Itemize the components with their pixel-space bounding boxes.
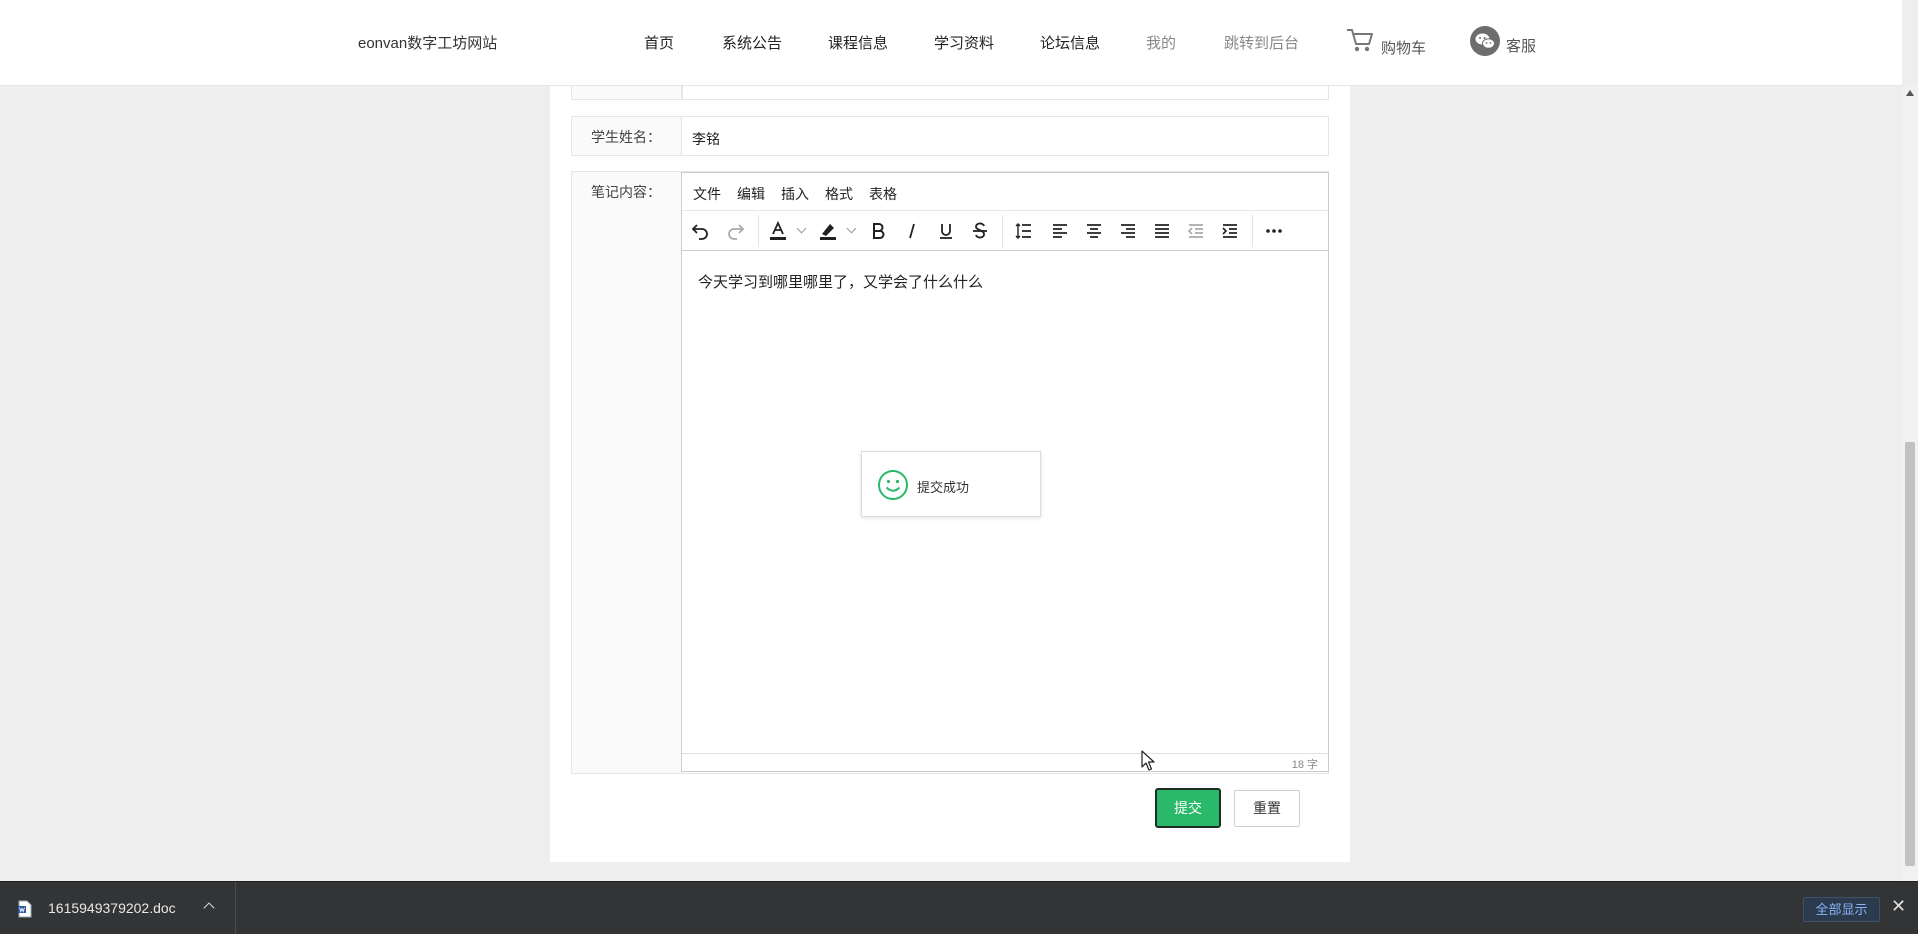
- undo-icon[interactable]: [688, 219, 712, 243]
- align-center-icon[interactable]: [1082, 219, 1106, 243]
- strikethrough-icon[interactable]: [968, 219, 992, 243]
- submit-button[interactable]: 提交: [1155, 788, 1221, 828]
- show-all-downloads-button[interactable]: 全部显示: [1803, 897, 1880, 922]
- success-toast: 提交成功: [861, 451, 1041, 517]
- smiley-icon: [877, 469, 909, 506]
- editor-statusbar: 18 字: [682, 753, 1328, 771]
- toolbar-separator: [758, 215, 759, 247]
- student-name-label-cell: 学生姓名：: [572, 117, 682, 155]
- text-color-icon[interactable]: [766, 219, 790, 243]
- indent-icon[interactable]: [1218, 219, 1242, 243]
- redo-icon[interactable]: [724, 219, 748, 243]
- download-bar: 1615949379202.doc 全部显示 ✕: [0, 881, 1918, 934]
- nav-item-home[interactable]: 首页: [644, 32, 674, 53]
- nav-item-mine[interactable]: 我的: [1146, 32, 1176, 53]
- chevron-up-icon[interactable]: [203, 902, 215, 914]
- service-link[interactable]: 客服: [1470, 26, 1536, 56]
- underline-icon[interactable]: [934, 219, 958, 243]
- italic-icon[interactable]: [900, 219, 924, 243]
- align-justify-icon[interactable]: [1150, 219, 1174, 243]
- menu-edit[interactable]: 编辑: [737, 184, 765, 204]
- toolbar-separator: [1002, 215, 1003, 247]
- editor-toolbar: [682, 211, 1328, 251]
- nav-item-forum[interactable]: 论坛信息: [1040, 32, 1100, 53]
- wechat-icon: [1470, 26, 1500, 56]
- text-color-dropdown-icon[interactable]: [796, 223, 807, 234]
- scroll-thumb[interactable]: [1905, 442, 1915, 866]
- cart-link[interactable]: 购物车: [1345, 26, 1426, 58]
- student-name-input[interactable]: 李铭: [682, 117, 1328, 155]
- nav-item-materials[interactable]: 学习资料: [934, 32, 994, 53]
- download-item[interactable]: 1615949379202.doc: [0, 882, 236, 934]
- page-scrollbar[interactable]: [1902, 86, 1918, 881]
- highlight-color-icon[interactable]: [816, 219, 840, 243]
- bold-icon[interactable]: [866, 219, 890, 243]
- nav-item-courses[interactable]: 课程信息: [828, 32, 888, 53]
- previous-row-input[interactable]: [682, 86, 1328, 99]
- note-label-cell: 笔记内容：: [572, 172, 682, 773]
- menu-table[interactable]: 表格: [869, 184, 897, 204]
- student-name-row: 学生姓名： 李铭: [571, 116, 1329, 156]
- close-icon[interactable]: ✕: [1891, 896, 1906, 917]
- toolbar-separator: [1252, 215, 1253, 247]
- word-count: 18 字: [1291, 759, 1318, 771]
- note-label: 笔记内容：: [591, 184, 661, 200]
- service-label: 客服: [1506, 38, 1537, 55]
- align-right-icon[interactable]: [1116, 219, 1140, 243]
- mouse-pointer-icon: [1141, 750, 1155, 777]
- previous-form-row: [571, 86, 1329, 100]
- scroll-up-arrow-icon[interactable]: [1906, 90, 1914, 96]
- toast-message: 提交成功: [917, 480, 970, 495]
- menu-insert[interactable]: 插入: [781, 184, 809, 204]
- reset-button[interactable]: 重置: [1234, 790, 1300, 827]
- top-nav: eonvan数字工坊网站 首页 系统公告 课程信息 学习资料 论坛信息 我的 跳…: [0, 0, 1902, 86]
- nav-item-announcements[interactable]: 系统公告: [722, 32, 782, 53]
- download-filename: 1615949379202.doc: [48, 900, 176, 916]
- menu-file[interactable]: 文件: [693, 184, 721, 204]
- line-height-icon[interactable]: [1012, 219, 1036, 243]
- student-name-value: 李铭: [692, 131, 720, 147]
- student-name-label: 学生姓名：: [591, 129, 661, 145]
- nav-item-admin[interactable]: 跳转到后台: [1224, 32, 1299, 53]
- word-document-icon: [18, 900, 32, 923]
- more-icon[interactable]: [1262, 219, 1286, 243]
- highlight-dropdown-icon[interactable]: [846, 223, 857, 234]
- cart-icon: [1345, 26, 1375, 58]
- align-left-icon[interactable]: [1048, 219, 1072, 243]
- outdent-icon[interactable]: [1184, 219, 1208, 243]
- site-logo[interactable]: eonvan数字工坊网站: [358, 32, 497, 53]
- menu-format[interactable]: 格式: [825, 184, 853, 204]
- previous-row-label-cell: [572, 86, 682, 99]
- editor-menubar: 文件 编辑 插入 格式 表格: [682, 173, 1328, 211]
- cart-label: 购物车: [1381, 40, 1427, 57]
- editor-content[interactable]: 今天学习到哪里哪里了，又学会了什么什么: [698, 271, 983, 292]
